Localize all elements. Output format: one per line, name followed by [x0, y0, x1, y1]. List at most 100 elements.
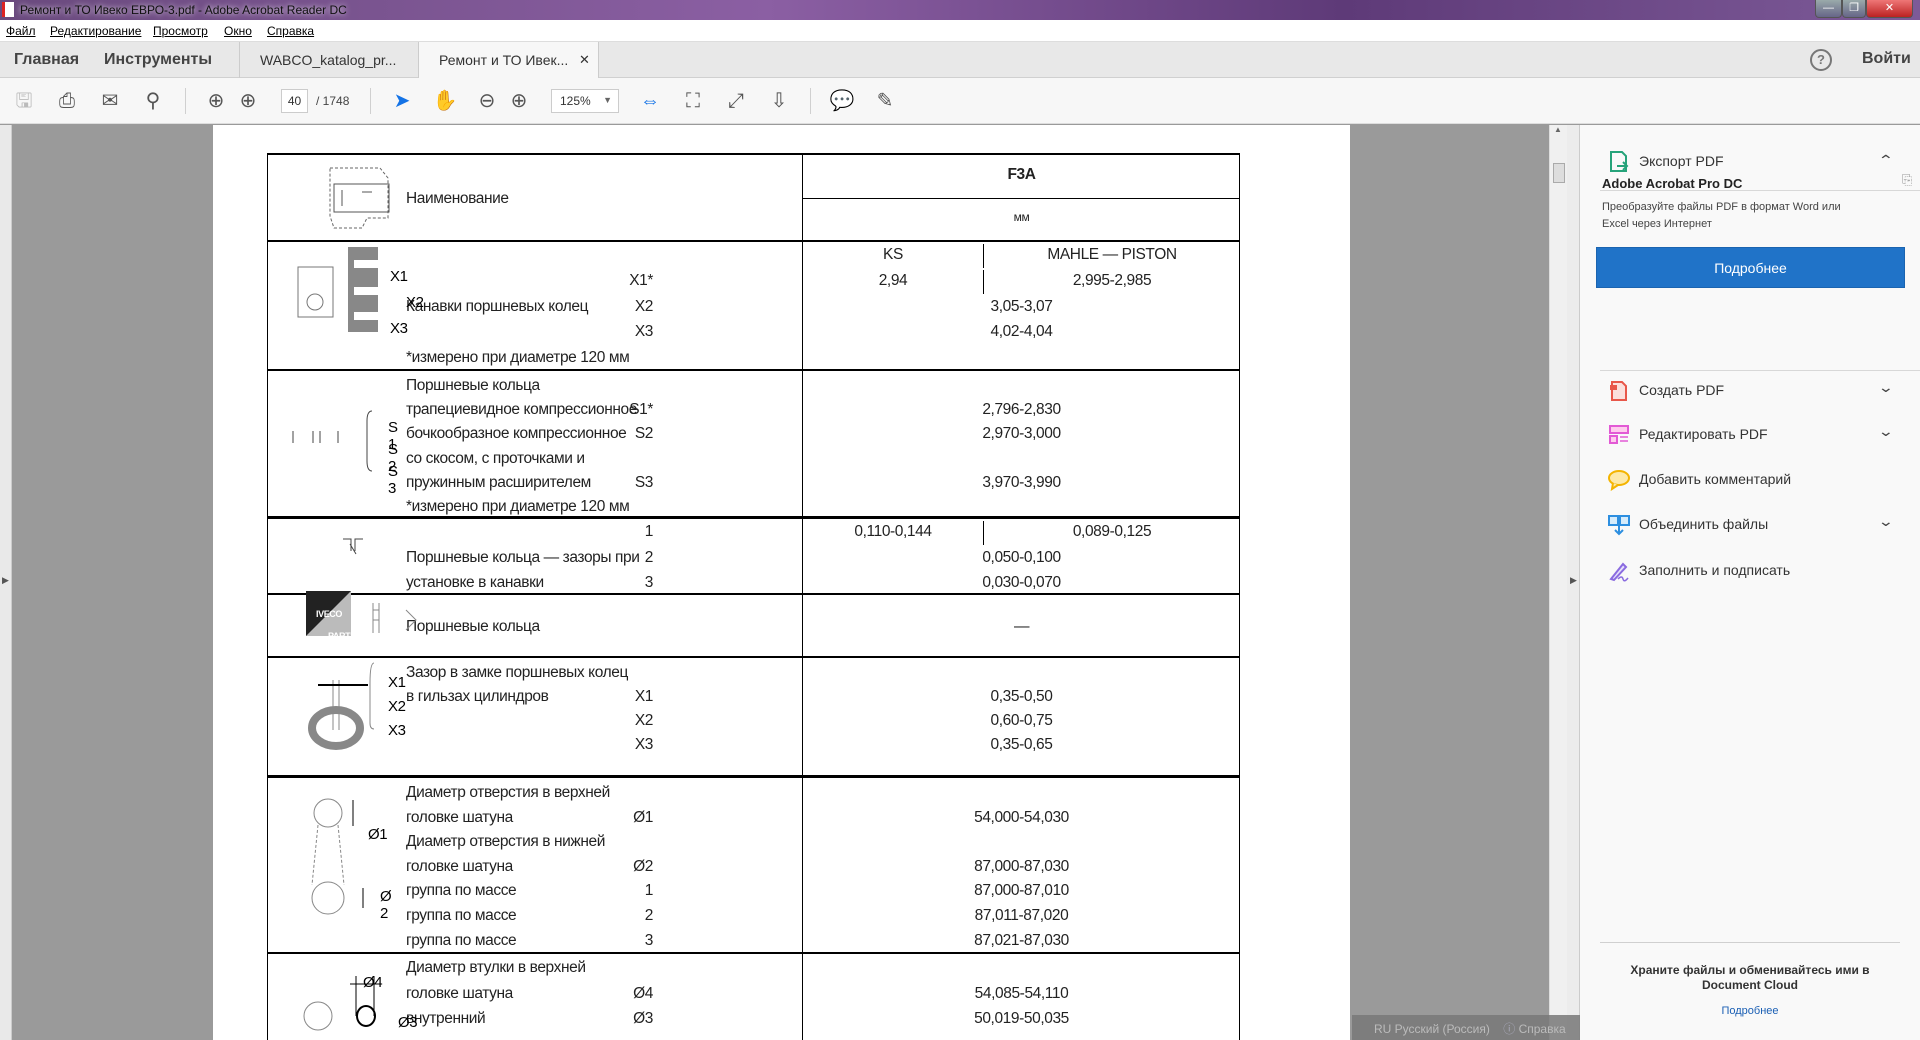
hand-tool-icon[interactable]: ✋: [432, 88, 458, 114]
previous-page-icon[interactable]: ⊕: [203, 88, 229, 114]
iveco-parts-logo-icon: IVECO PARTS: [288, 591, 417, 650]
cloud-learn-more-link[interactable]: Подробнее: [1580, 1005, 1920, 1017]
zoom-level-select[interactable]: 125% ▼: [551, 89, 619, 113]
collapse-right-icon: ▶: [1570, 575, 1577, 585]
parameter-value: 0,35-0,50: [990, 688, 1053, 705]
scroll-mode-icon[interactable]: ⇩: [766, 88, 792, 114]
drawing-label: X2: [388, 698, 406, 715]
right-pane-toggle[interactable]: ▶: [1567, 125, 1580, 1040]
language-help[interactable]: Справка: [1519, 1022, 1566, 1036]
parameter-value: 54,085-54,110: [974, 984, 1069, 1002]
parameter-value: 87,000-87,030: [974, 857, 1069, 875]
scrollbar-thumb[interactable]: [1553, 163, 1565, 183]
left-panel-toggle[interactable]: ▶: [0, 125, 12, 1040]
technical-drawing: [343, 538, 363, 555]
close-window-button[interactable]: ✕: [1866, 0, 1913, 18]
parameter-mark: X2: [634, 297, 654, 315]
next-page-icon[interactable]: ⊕: [235, 88, 261, 114]
comment-icon[interactable]: 💬: [829, 88, 855, 114]
ring-clearance-drawing-icon: [288, 527, 398, 588]
minimize-button[interactable]: —: [1815, 0, 1842, 18]
parameter-value: 54,000-54,030: [974, 808, 1069, 826]
sign-in-link[interactable]: Войти: [1862, 50, 1911, 68]
menu-view[interactable]: Просмотр: [153, 24, 208, 38]
table-row: 1 0,110-0,144 0,089-0,125 Поршневые кольца …: [268, 516, 1239, 593]
chevron-down-icon[interactable]: ⌄: [1878, 423, 1894, 440]
mahle-value: 0,089-0,125: [983, 521, 1240, 545]
vertical-scrollbar[interactable]: ▲: [1549, 125, 1567, 1040]
tab-tools[interactable]: Инструменты: [104, 51, 212, 69]
mahle-value: 2,995-2,985: [983, 269, 1240, 294]
tool-label: Добавить комментарий: [1639, 471, 1792, 487]
scroll-up-icon[interactable]: ▲: [1554, 125, 1562, 134]
parameter-value: 87,011-87,020: [974, 907, 1069, 924]
chevron-down-icon[interactable]: ⌄: [1878, 513, 1894, 530]
piston-rings-drawing-icon: S 1S 2S 3: [288, 379, 398, 510]
language-bar[interactable]: RU Русский (Россия) ⓘ Справка: [1352, 1015, 1580, 1040]
title-bar: Ремонт и ТО Ивеко ЕВРО-3.pdf - Adobe Acr…: [0, 0, 1920, 20]
export-pdf-icon: [1610, 151, 1629, 172]
bushing-drawing-icon: Ø4 Ø3: [288, 962, 418, 1040]
menu-edit[interactable]: Редактирование: [50, 24, 141, 38]
table-row: Диаметр отверстия в верхней головке шатун…: [268, 775, 1239, 952]
pdf-page: Наименование F3A мм KS MAHLE — PISTON X1* 2,94…: [213, 125, 1350, 1040]
parameter-mark: X3: [634, 323, 654, 341]
combine-files-icon: [1608, 515, 1630, 536]
print-icon[interactable]: ⎙: [54, 88, 80, 114]
page-total: / 1748: [316, 94, 350, 108]
drawing-label: S 3: [388, 463, 398, 497]
help-circle-icon: ⓘ: [1503, 1022, 1516, 1036]
zoom-in-icon[interactable]: ⊕: [506, 88, 532, 114]
email-icon[interactable]: ✉: [97, 88, 123, 114]
parameter-value: 2,970-3,000: [982, 425, 1061, 443]
help-icon[interactable]: ?: [1810, 49, 1832, 71]
parameter-value: 0,35-0,65: [990, 736, 1053, 753]
search-icon[interactable]: ⚲: [140, 88, 166, 114]
learn-more-button[interactable]: Подробнее: [1596, 247, 1905, 288]
chevron-down-icon: ▼: [603, 95, 612, 105]
tool-combine-files[interactable]: Объединить файлы ⌄: [1580, 507, 1920, 543]
parameter-mark: X2: [634, 712, 654, 729]
table-row: Диаметр втулки в верхней головке шатуна Ø4…: [268, 952, 1239, 1040]
tool-label: Редактировать PDF: [1639, 426, 1768, 442]
menu-file[interactable]: Файл: [6, 24, 36, 38]
tool-label: Заполнить и подписать: [1639, 562, 1791, 578]
tool-fill-sign[interactable]: Заполнить и подписать: [1580, 553, 1920, 589]
parameter-value: 2,796-2,830: [982, 401, 1061, 419]
close-tab-icon[interactable]: ✕: [579, 52, 590, 68]
parameter-name: Диаметр отверстия в верхней: [406, 784, 610, 801]
language-indicator[interactable]: RU Русский (Россия): [1374, 1022, 1490, 1036]
chevron-up-icon[interactable]: ⌃: [1878, 152, 1894, 169]
parameter-value: 3,970-3,990: [982, 473, 1061, 491]
drawing-label: Ø 2: [380, 888, 392, 922]
full-screen-icon[interactable]: ⤢: [723, 88, 749, 114]
tab-document-wabco[interactable]: WABCO_katalog_pr...: [239, 42, 419, 78]
chevron-down-icon[interactable]: ⌄: [1878, 379, 1894, 396]
parameter-mark: X1*: [629, 271, 653, 289]
engine-drawing-icon: [329, 167, 390, 229]
select-tool-icon[interactable]: ➤: [389, 88, 415, 114]
tool-edit-pdf[interactable]: Редактировать PDF ⌄: [1580, 417, 1920, 453]
menu-help[interactable]: Справка: [267, 24, 314, 38]
export-pdf-label: Экспорт PDF: [1639, 153, 1724, 169]
tool-create-pdf[interactable]: Создать PDF ⌄: [1580, 373, 1920, 409]
page-number-input[interactable]: 40: [281, 89, 308, 113]
tab-home[interactable]: Главная: [14, 51, 79, 69]
promo-title: Adobe Acrobat Pro DC: [1602, 176, 1743, 191]
tool-add-comment[interactable]: Добавить комментарий: [1580, 462, 1920, 498]
export-pdf-header[interactable]: Экспорт PDF ⌃: [1580, 144, 1920, 180]
fit-page-icon[interactable]: ⛶: [680, 88, 706, 114]
parameter-name: *измерено при диаметре 120 мм: [406, 498, 630, 515]
menu-window[interactable]: Окно: [224, 24, 252, 38]
restore-button[interactable]: ❐: [1842, 0, 1866, 18]
tab-label: Ремонт и ТО Ивек...: [439, 52, 569, 68]
save-icon[interactable]: 🖫: [11, 88, 37, 114]
ks-value: 2,94: [878, 271, 908, 289]
parameter-value: 4,02-4,04: [990, 323, 1053, 341]
tab-document-iveco[interactable]: Ремонт и ТО Ивек... ✕: [419, 42, 599, 79]
draw-pen-icon[interactable]: ✎: [872, 88, 898, 114]
parameter-mark: S3: [634, 473, 654, 491]
fit-width-icon[interactable]: ⇔: [637, 88, 663, 114]
zoom-out-icon[interactable]: ⊖: [474, 88, 500, 114]
pdf-app-icon: [2, 2, 14, 17]
